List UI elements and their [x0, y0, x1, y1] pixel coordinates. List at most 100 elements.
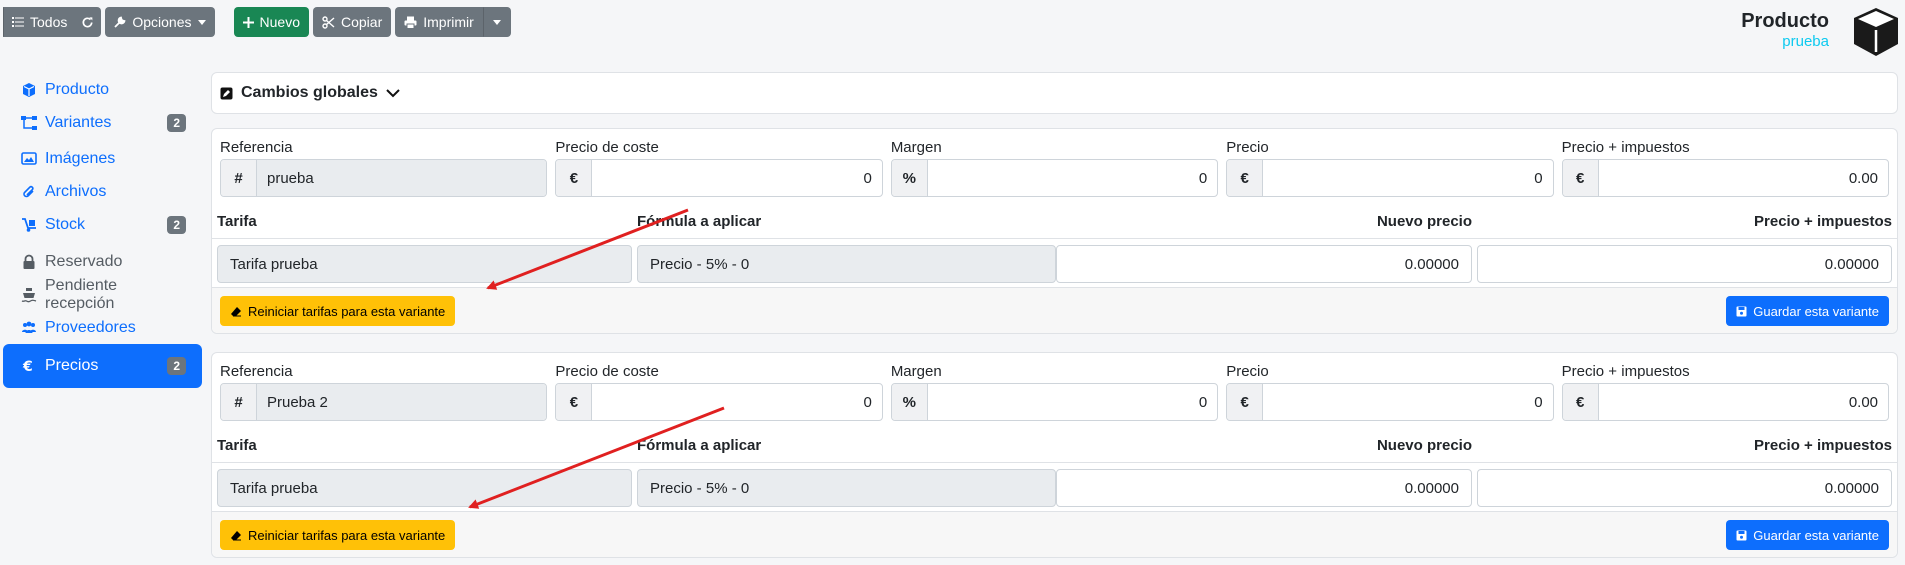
variant-card: Referencia # Prueba 2 Precio de coste €0 … — [211, 352, 1898, 558]
print-label: Imprimir — [423, 14, 474, 30]
margin-field: Margen % 0 — [890, 361, 1219, 421]
print-button-group: Imprimir — [395, 7, 511, 37]
options-dropdown[interactable]: Opciones — [105, 7, 215, 37]
cost-price-input[interactable]: 0 — [592, 160, 881, 196]
new-button[interactable]: Nuevo — [233, 7, 309, 37]
sidebar: Producto Variantes 2 Imágenes Archivos S… — [3, 70, 202, 388]
options-label: Opciones — [132, 14, 192, 30]
margin-input[interactable]: 0 — [928, 160, 1217, 196]
cost-price-field: Precio de coste €0 — [555, 137, 883, 197]
reset-rates-button[interactable]: Reiniciar tarifas para esta variante — [220, 296, 456, 326]
price-field: Precio €0 — [1226, 137, 1554, 197]
top-toolbar: Todos Opciones Nuevo Copiar Imprimir — [3, 7, 511, 37]
table-row: Tarifa prueba Precio - 5% - 0 0.00000 0.… — [212, 463, 1897, 513]
formula-cell: Precio - 5% - 0 — [637, 245, 1056, 283]
variant-fields: Referencia # prueba Precio de coste €0 Ma… — [220, 137, 1890, 197]
sidebar-item-precios[interactable]: € Precios 2 — [3, 344, 202, 388]
save-variant-button[interactable]: Guardar esta variante — [1726, 296, 1889, 326]
table-row: Tarifa prueba Precio - 5% - 0 0.00000 0.… — [212, 239, 1897, 289]
paperclip-icon — [23, 185, 34, 198]
margin-field: Margen % 0 — [890, 137, 1219, 197]
euro-icon: € — [1562, 384, 1599, 420]
sidebar-item-label: Precios — [45, 357, 99, 374]
save-variant-label: Guardar esta variante — [1753, 527, 1879, 543]
reset-rates-label: Reiniciar tarifas para esta variante — [248, 303, 446, 319]
cost-price-input[interactable]: 0 — [592, 384, 881, 420]
price-input[interactable]: 0 — [1263, 160, 1552, 196]
print-dropdown-toggle[interactable] — [482, 7, 511, 37]
sidebar-item-stock[interactable]: Stock 2 — [3, 205, 202, 245]
save-variant-label: Guardar esta variante — [1753, 303, 1879, 319]
count-badge: 2 — [167, 216, 186, 234]
users-icon — [22, 321, 36, 333]
new-price-input[interactable]: 0.00000 — [1056, 245, 1472, 283]
column-header: Tarifa — [217, 437, 257, 454]
column-header: Nuevo precio — [1376, 213, 1472, 230]
count-badge: 2 — [167, 114, 186, 132]
variant-fields: Referencia # Prueba 2 Precio de coste €0 … — [220, 361, 1890, 421]
rate-name-cell: Tarifa prueba — [217, 469, 632, 507]
price-tax-field: Precio + impuestos €0.00 — [1561, 137, 1890, 197]
refresh-icon[interactable] — [81, 16, 94, 29]
sidebar-item-label: Reservado — [45, 253, 123, 270]
reset-rates-label: Reiniciar tarifas para esta variante — [248, 527, 446, 543]
sidebar-item-label: Stock — [45, 216, 86, 233]
price-tax-rate-input[interactable]: 0.00000 — [1477, 469, 1892, 507]
hash-icon: # — [221, 384, 257, 420]
variant-footer: Reiniciar tarifas para esta variante Gua… — [212, 287, 1897, 333]
price-tax-input[interactable]: 0.00 — [1599, 160, 1888, 196]
copy-label: Copiar — [340, 14, 383, 30]
reference-field: Referencia # Prueba 2 — [220, 361, 548, 421]
column-header: Precio + impuestos — [1754, 213, 1892, 230]
sidebar-item-label: Imágenes — [45, 150, 116, 167]
images-icon — [21, 152, 37, 165]
save-variant-button[interactable]: Guardar esta variante — [1726, 520, 1889, 550]
eraser-icon — [231, 530, 241, 540]
hash-icon: # — [221, 160, 257, 196]
save-icon — [1736, 530, 1747, 540]
sidebar-item-label: Pendiente recepción — [45, 277, 118, 312]
all-button-label: Todos — [30, 14, 68, 30]
save-icon — [1736, 306, 1747, 316]
rate-name-cell: Tarifa prueba — [217, 245, 632, 283]
price-field: Precio €0 — [1226, 361, 1554, 421]
reference-input: Prueba 2 — [257, 384, 547, 420]
cost-price-field: Precio de coste €0 — [555, 361, 883, 421]
dolly-icon — [22, 218, 36, 232]
ship-icon — [21, 288, 37, 303]
field-label: Margen — [890, 363, 942, 380]
margin-input[interactable]: 0 — [928, 384, 1217, 420]
field-label: Referencia — [220, 363, 293, 380]
sidebar-item-proveedores[interactable]: Proveedores — [3, 308, 202, 348]
column-header: Fórmula a aplicar — [637, 213, 762, 230]
global-changes-label: Cambios globales — [241, 84, 378, 101]
sidebar-item-label: Variantes — [45, 114, 112, 131]
all-button[interactable]: Todos — [3, 7, 102, 37]
svg-text:€: € — [22, 359, 33, 374]
percent-icon: % — [891, 160, 928, 196]
euro-icon: € — [556, 160, 593, 196]
global-changes-toggle[interactable]: Cambios globales — [211, 72, 1898, 114]
euro-icon: € — [1562, 160, 1599, 196]
price-tax-input[interactable]: 0.00 — [1599, 384, 1888, 420]
reset-rates-button[interactable]: Reiniciar tarifas para esta variante — [220, 520, 456, 550]
page-header: Producto prueba — [1741, 9, 1829, 51]
count-badge: 2 — [167, 357, 186, 375]
new-price-input[interactable]: 0.00000 — [1056, 469, 1472, 507]
euro-icon: € — [556, 384, 593, 420]
wrench-icon — [114, 16, 126, 28]
plus-icon — [242, 16, 254, 28]
price-tax-rate-input[interactable]: 0.00000 — [1477, 245, 1892, 283]
sitemap-icon — [21, 116, 37, 130]
field-label: Margen — [890, 139, 942, 156]
print-button[interactable]: Imprimir — [395, 7, 483, 37]
reference-input: prueba — [257, 160, 547, 196]
rates-table-header: Tarifa Fórmula a aplicar Nuevo precio Pr… — [212, 437, 1897, 463]
price-input[interactable]: 0 — [1263, 384, 1552, 420]
sidebar-item-variantes[interactable]: Variantes 2 — [3, 103, 202, 143]
column-header: Precio + impuestos — [1754, 437, 1892, 454]
sidebar-item-label: Producto — [45, 81, 110, 98]
edit-icon — [220, 87, 233, 99]
column-header: Nuevo precio — [1376, 437, 1472, 454]
copy-button[interactable]: Copiar — [312, 7, 392, 37]
